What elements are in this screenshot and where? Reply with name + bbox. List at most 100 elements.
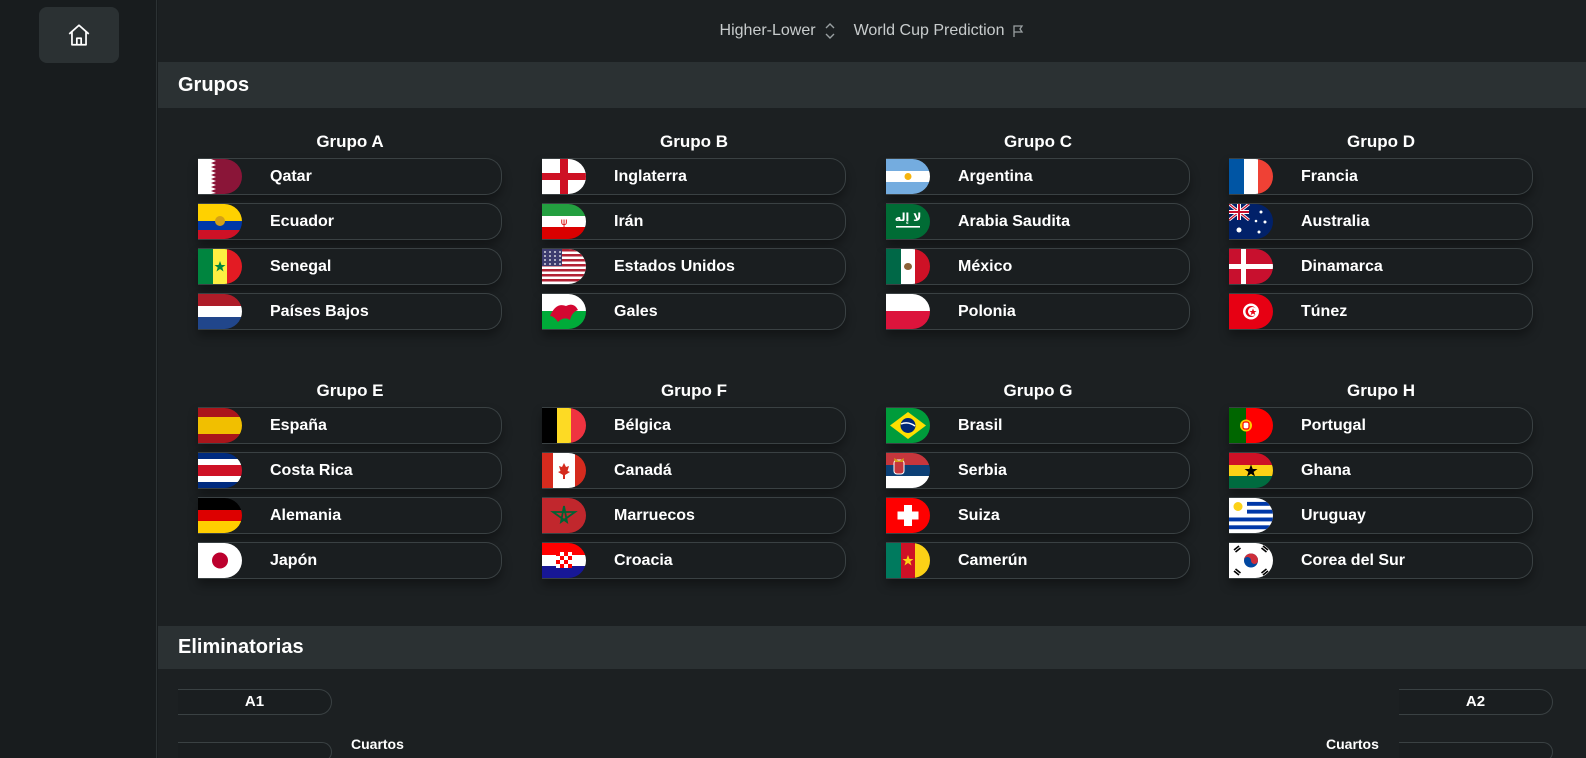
team-item[interactable]: Gales xyxy=(542,293,846,330)
group-c: Grupo C Argentina لا إله Arabia Saudita Méxi… xyxy=(886,130,1190,330)
team-item[interactable]: Ecuador xyxy=(198,203,502,240)
spain-flag-icon xyxy=(198,408,242,443)
team-item[interactable]: Brasil xyxy=(886,407,1190,444)
saudi-flag-icon: لا إله xyxy=(886,204,930,239)
team-name: Uruguay xyxy=(1301,507,1366,524)
nav-world-cup-label: World Cup Prediction xyxy=(853,22,1005,39)
team-item[interactable]: Australia xyxy=(1229,203,1533,240)
team-name: Serbia xyxy=(958,462,1007,479)
costarica-flag-icon xyxy=(198,453,242,488)
team-name: Costa Rica xyxy=(270,462,353,479)
chevron-up-down-icon xyxy=(825,23,835,39)
team-item[interactable]: Uruguay xyxy=(1229,497,1533,534)
team-item[interactable]: Corea del Sur xyxy=(1229,542,1533,579)
bracket-slot-a1[interactable]: A1 xyxy=(178,689,332,715)
team-item[interactable]: ψ Irán xyxy=(542,203,846,240)
group-title: Grupo H xyxy=(1347,381,1415,400)
nav-higher-lower[interactable]: Higher-Lower xyxy=(720,21,836,41)
team-name: España xyxy=(270,417,327,434)
team-name: Corea del Sur xyxy=(1301,552,1406,569)
home-icon xyxy=(68,24,90,46)
team-item[interactable]: Camerún xyxy=(886,542,1190,579)
australia-flag-icon xyxy=(1229,204,1273,239)
argentina-flag-icon xyxy=(886,159,930,194)
team-item[interactable]: Alemania xyxy=(198,497,502,534)
belgium-flag-icon xyxy=(542,408,586,443)
team-item[interactable]: Francia xyxy=(1229,158,1533,195)
team-item[interactable]: Polonia xyxy=(886,293,1190,330)
group-g: Grupo G Brasil Serbia Suiza Camerún xyxy=(886,379,1190,579)
uruguay-flag-icon xyxy=(1229,498,1273,533)
round-label-right: Cuartos xyxy=(1326,736,1379,752)
team-item[interactable]: Países Bajos xyxy=(198,293,502,330)
team-item[interactable]: Suiza xyxy=(886,497,1190,534)
main-content: Higher-Lower World Cup Prediction Grupos… xyxy=(158,0,1586,758)
team-name: Alemania xyxy=(270,507,342,524)
team-item[interactable]: Qatar xyxy=(198,158,502,195)
bracket-slot-left-2[interactable] xyxy=(178,742,332,758)
switzerland-flag-icon xyxy=(886,498,930,533)
croatia-flag-icon xyxy=(542,543,586,578)
team-item[interactable]: España xyxy=(198,407,502,444)
home-button[interactable] xyxy=(39,7,119,63)
sidebar xyxy=(0,0,157,758)
denmark-flag-icon xyxy=(1229,249,1273,284)
brazil-flag-icon xyxy=(886,408,930,443)
svg-text:لا إله: لا إله xyxy=(895,211,922,224)
wales-flag-icon xyxy=(542,294,586,329)
round-label-left: Cuartos xyxy=(351,736,404,752)
team-item[interactable]: Ghana xyxy=(1229,452,1533,489)
poland-flag-icon xyxy=(886,294,930,329)
group-f: Grupo F Bélgica Canadá Marruecos Croacia xyxy=(542,379,846,579)
team-name: Inglaterra xyxy=(614,168,687,185)
team-name: Polonia xyxy=(958,303,1016,320)
team-name: Arabia Saudita xyxy=(958,213,1071,230)
team-item[interactable]: Portugal xyxy=(1229,407,1533,444)
team-item[interactable]: México xyxy=(886,248,1190,285)
team-item[interactable]: Inglaterra xyxy=(542,158,846,195)
team-name: Camerún xyxy=(958,552,1028,569)
team-item[interactable]: Dinamarca xyxy=(1229,248,1533,285)
team-name: Bélgica xyxy=(614,417,671,434)
bracket-slot-a2-label: A2 xyxy=(1465,693,1486,710)
team-item[interactable]: Senegal xyxy=(198,248,502,285)
bracket-slot-a2[interactable]: A2 xyxy=(1399,689,1553,715)
team-name: Ecuador xyxy=(270,213,335,230)
groups-section-title: Grupos xyxy=(178,73,250,96)
team-name: Marruecos xyxy=(614,507,695,524)
team-item[interactable]: Croacia xyxy=(542,542,846,579)
team-item[interactable]: Serbia xyxy=(886,452,1190,489)
team-item[interactable]: Argentina xyxy=(886,158,1190,195)
knockout-section-header: Eliminatorias xyxy=(158,626,1586,669)
team-item[interactable]: Marruecos xyxy=(542,497,846,534)
bracket-slot-right-2[interactable] xyxy=(1399,742,1553,758)
team-name: Dinamarca xyxy=(1301,258,1383,275)
team-name: Japón xyxy=(270,552,318,569)
ecuador-flag-icon xyxy=(198,204,242,239)
tunisia-flag-icon xyxy=(1229,294,1273,329)
group-title: Grupo G xyxy=(1003,381,1073,400)
ghana-flag-icon xyxy=(1229,453,1273,488)
team-item[interactable]: Japón xyxy=(198,542,502,579)
team-item[interactable]: Canadá xyxy=(542,452,846,489)
svg-text:ψ: ψ xyxy=(561,217,568,228)
england-flag-icon xyxy=(542,159,586,194)
team-item[interactable]: Estados Unidos xyxy=(542,248,846,285)
team-item[interactable]: Túnez xyxy=(1229,293,1533,330)
canada-flag-icon xyxy=(542,453,586,488)
nav-world-cup-prediction[interactable]: World Cup Prediction xyxy=(854,22,1025,40)
team-name: Canadá xyxy=(614,462,672,479)
france-flag-icon xyxy=(1229,159,1273,194)
team-item[interactable]: Costa Rica xyxy=(198,452,502,489)
groups-section-header: Grupos xyxy=(158,62,1586,108)
team-item[interactable]: Bélgica xyxy=(542,407,846,444)
nav-higher-lower-label: Higher-Lower xyxy=(719,22,816,39)
bracket-slot-a1-label: A1 xyxy=(244,693,265,710)
team-name: Ghana xyxy=(1301,462,1351,479)
portugal-flag-icon xyxy=(1229,408,1273,443)
team-item[interactable]: لا إله Arabia Saudita xyxy=(886,203,1190,240)
flag-icon xyxy=(1013,25,1024,37)
group-title: Grupo A xyxy=(316,132,384,151)
germany-flag-icon xyxy=(198,498,242,533)
group-e: Grupo E España Costa Rica Alemania Japón xyxy=(198,379,502,579)
